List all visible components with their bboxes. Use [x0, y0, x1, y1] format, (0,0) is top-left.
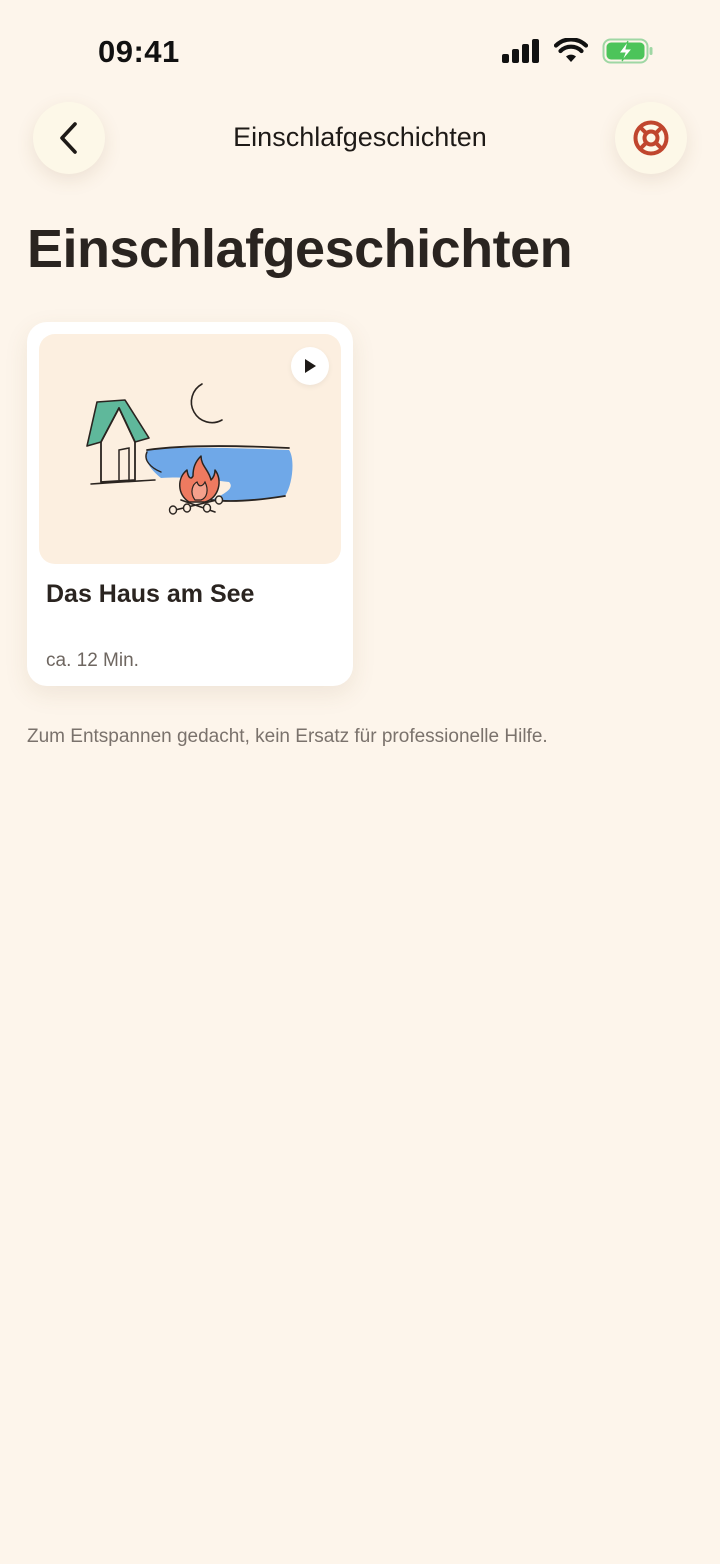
- status-icons: [502, 38, 654, 64]
- cellular-signal-icon: [502, 39, 539, 63]
- story-illustration: [39, 334, 341, 564]
- wifi-icon: [554, 38, 588, 62]
- disclaimer-text: Zum Entspannen gedacht, kein Ersatz für …: [27, 726, 548, 747]
- story-duration: ca. 12 Min.: [46, 650, 139, 671]
- story-title: Das Haus am See: [46, 580, 255, 608]
- play-icon: [305, 359, 316, 373]
- help-button[interactable]: [615, 102, 687, 174]
- status-time: 09:41: [98, 34, 180, 69]
- story-card[interactable]: Das Haus am See ca. 12 Min.: [27, 322, 353, 686]
- lifebuoy-icon: [633, 120, 669, 156]
- battery-charging-icon: [602, 38, 653, 64]
- status-bar: 09:41: [0, 0, 720, 100]
- nav-title: Einschlafgeschichten: [233, 122, 487, 152]
- play-button[interactable]: [291, 347, 329, 385]
- page-title: Einschlafgeschichten: [27, 219, 573, 279]
